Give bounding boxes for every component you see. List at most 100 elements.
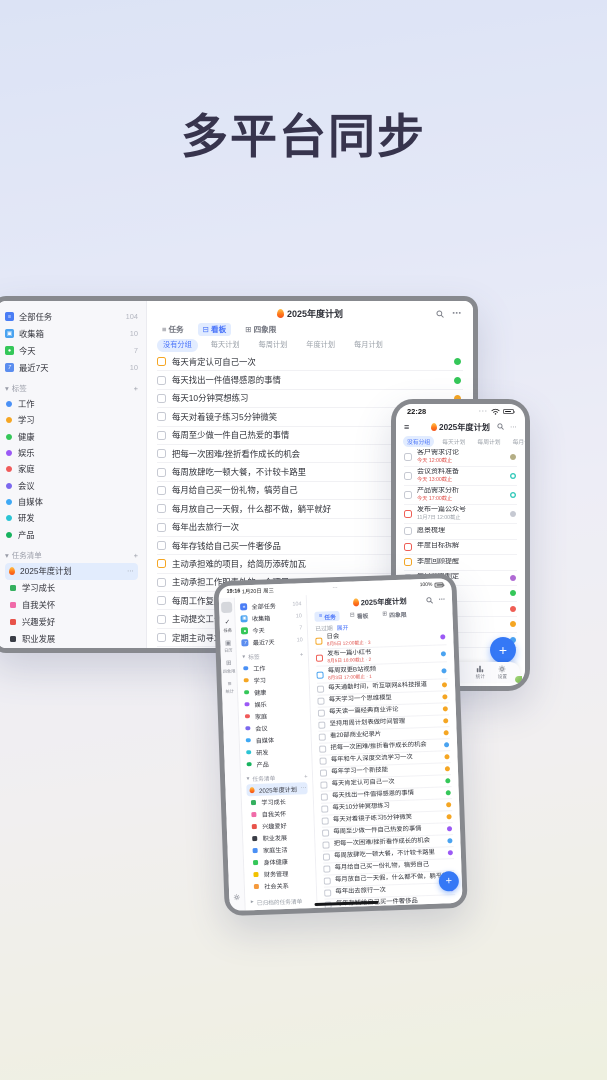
task-row[interactable]: 每天肯定认可自己一次 [157, 353, 463, 371]
add-task-fab[interactable]: + [490, 637, 516, 663]
task-checkbox[interactable] [157, 541, 166, 550]
sidebar-list-item[interactable]: 职业发展 [5, 631, 138, 648]
more-icon[interactable]: ⋯ [438, 595, 445, 603]
task-checkbox[interactable] [157, 615, 166, 624]
task-checkbox[interactable] [157, 578, 166, 587]
search-icon[interactable] [425, 596, 432, 603]
sidebar-list-item[interactable]: 社会关系 [250, 878, 311, 892]
group-chip[interactable]: 没有分组 [157, 339, 198, 352]
view-tab[interactable]: ≡任务 [157, 323, 189, 336]
rail-nav-item[interactable]: ✓ 任务 [223, 620, 232, 634]
task-checkbox[interactable] [321, 793, 328, 800]
list-more-icon[interactable]: ⋯ [127, 567, 134, 575]
list-more-icon[interactable]: ⋯ [301, 785, 307, 791]
group-chip[interactable]: 没有分组 [403, 436, 434, 447]
archived-lists-row[interactable]: ▸ 已归档的任务清单 [251, 894, 312, 908]
sidebar-tag-item[interactable]: 产品 [5, 526, 138, 542]
sidebar-smart-item[interactable]: ▣ 收集箱 10 [5, 325, 138, 342]
task-checkbox[interactable] [319, 734, 326, 741]
task-row[interactable]: 会议资料准备 今天 13:00截止 [404, 467, 517, 486]
sidebar-tag-item[interactable]: 研发 [5, 510, 138, 526]
tags-section-header[interactable]: ▾ 标签 + [5, 381, 138, 396]
task-row[interactable]: 客户需求讨论 今天 12:00截止 [404, 448, 517, 467]
view-tab[interactable]: ⊟看板 [198, 323, 232, 336]
task-row[interactable]: 发布一篇公众号 11月7日 12:00截止 [404, 505, 517, 524]
sidebar-smart-item[interactable]: ● 今天 7 [5, 342, 138, 359]
task-checkbox[interactable] [404, 527, 412, 535]
task-checkbox[interactable] [157, 596, 166, 605]
task-row[interactable]: 每年做一件从未做过的事 [325, 907, 455, 908]
avatar[interactable] [221, 602, 232, 613]
add-list-button[interactable]: + [134, 551, 138, 560]
task-checkbox[interactable] [323, 841, 330, 848]
task-row[interactable]: 每天找出一件值得感恩的事情 [157, 371, 463, 389]
sidebar-tag-item[interactable]: 工作 [5, 396, 138, 412]
sidebar-list-item[interactable]: 学习成长 [5, 580, 138, 597]
task-row[interactable]: 愿景梳理 [404, 524, 517, 540]
task-checkbox[interactable] [318, 698, 325, 705]
sidebar-smart-item[interactable]: ≡ 全部任务 104 [5, 308, 138, 325]
group-chip[interactable]: 每天计划 [205, 339, 246, 352]
task-checkbox[interactable] [157, 468, 166, 477]
sidebar-tag-item[interactable]: 娱乐 [5, 445, 138, 461]
task-checkbox[interactable] [157, 412, 166, 421]
search-icon[interactable] [436, 310, 444, 318]
sidebar-list-item[interactable]: 兴趣爱好 [5, 614, 138, 631]
task-checkbox[interactable] [157, 559, 166, 568]
view-tab[interactable]: ⊞四象限 [240, 323, 281, 336]
view-tab[interactable]: ≡任务 [315, 611, 340, 622]
task-checkbox[interactable] [322, 817, 329, 824]
task-checkbox[interactable] [321, 805, 328, 812]
task-checkbox[interactable] [319, 722, 326, 729]
rail-nav-item[interactable]: ▣ 日历 [224, 640, 233, 654]
group-chip[interactable]: 每周计划 [253, 339, 294, 352]
task-checkbox[interactable] [157, 523, 166, 532]
task-checkbox[interactable] [317, 686, 324, 693]
task-checkbox[interactable] [404, 510, 412, 518]
add-task-fab[interactable]: + [438, 871, 459, 892]
task-row[interactable]: 产品需求分析 今天 17:00截止 [404, 486, 517, 505]
rail-nav-item[interactable]: ⊞ 四象限 [222, 661, 235, 675]
expand-link[interactable]: 展开 [337, 622, 349, 631]
sidebar-tag-item[interactable]: 会议 [5, 477, 138, 493]
sidebar-list-item[interactable]: 2025年度计划 ⋯ [5, 563, 138, 580]
view-tab[interactable]: ⊟看板 [346, 610, 373, 621]
sidebar-tag-item[interactable]: 健康 [5, 429, 138, 445]
sidebar-list-item[interactable]: 自我关怀 [5, 597, 138, 614]
task-checkbox[interactable] [157, 357, 166, 366]
more-icon[interactable]: ⋯ [510, 423, 517, 431]
task-checkbox[interactable] [157, 504, 166, 513]
group-chip[interactable]: 每天计划 [438, 436, 469, 447]
lists-section-header[interactable]: ▾ 任务清单 + [5, 548, 138, 563]
task-checkbox[interactable] [157, 486, 166, 495]
task-checkbox[interactable] [404, 543, 412, 551]
task-checkbox[interactable] [404, 472, 412, 480]
task-row[interactable]: 年度目标拆解 [404, 540, 517, 556]
settings-gear-button[interactable] [233, 888, 241, 906]
search-icon[interactable] [497, 423, 504, 430]
task-checkbox[interactable] [321, 781, 328, 788]
task-checkbox[interactable] [404, 491, 412, 499]
group-chip[interactable]: 每周计划 [473, 436, 504, 447]
view-tab[interactable]: ⊞四象限 [378, 608, 411, 619]
rail-nav-item[interactable]: ≡ 统计 [225, 681, 234, 695]
task-checkbox[interactable] [324, 865, 331, 872]
sidebar-smart-item[interactable]: 7 最近7天 10 [242, 634, 303, 648]
task-checkbox[interactable] [157, 394, 166, 403]
sidebar-tag-item[interactable]: 产品 [246, 756, 307, 770]
task-checkbox[interactable] [322, 829, 329, 836]
task-checkbox[interactable] [324, 877, 331, 884]
sidebar-tag-item[interactable]: 家庭 [5, 461, 138, 477]
add-tag-button[interactable]: + [300, 652, 304, 658]
task-checkbox[interactable] [324, 889, 331, 896]
sidebar-tag-item[interactable]: 学习 [5, 412, 138, 428]
task-checkbox[interactable] [320, 769, 327, 776]
task-checkbox[interactable] [320, 757, 327, 764]
task-checkbox[interactable] [404, 453, 412, 461]
task-checkbox[interactable] [323, 853, 330, 860]
group-chip[interactable]: 年度计划 [300, 339, 341, 352]
add-list-button[interactable]: + [304, 774, 308, 780]
stats-tab[interactable]: 统计 [476, 665, 485, 680]
task-checkbox[interactable] [316, 654, 323, 661]
more-icon[interactable]: ⋯ [452, 308, 461, 319]
